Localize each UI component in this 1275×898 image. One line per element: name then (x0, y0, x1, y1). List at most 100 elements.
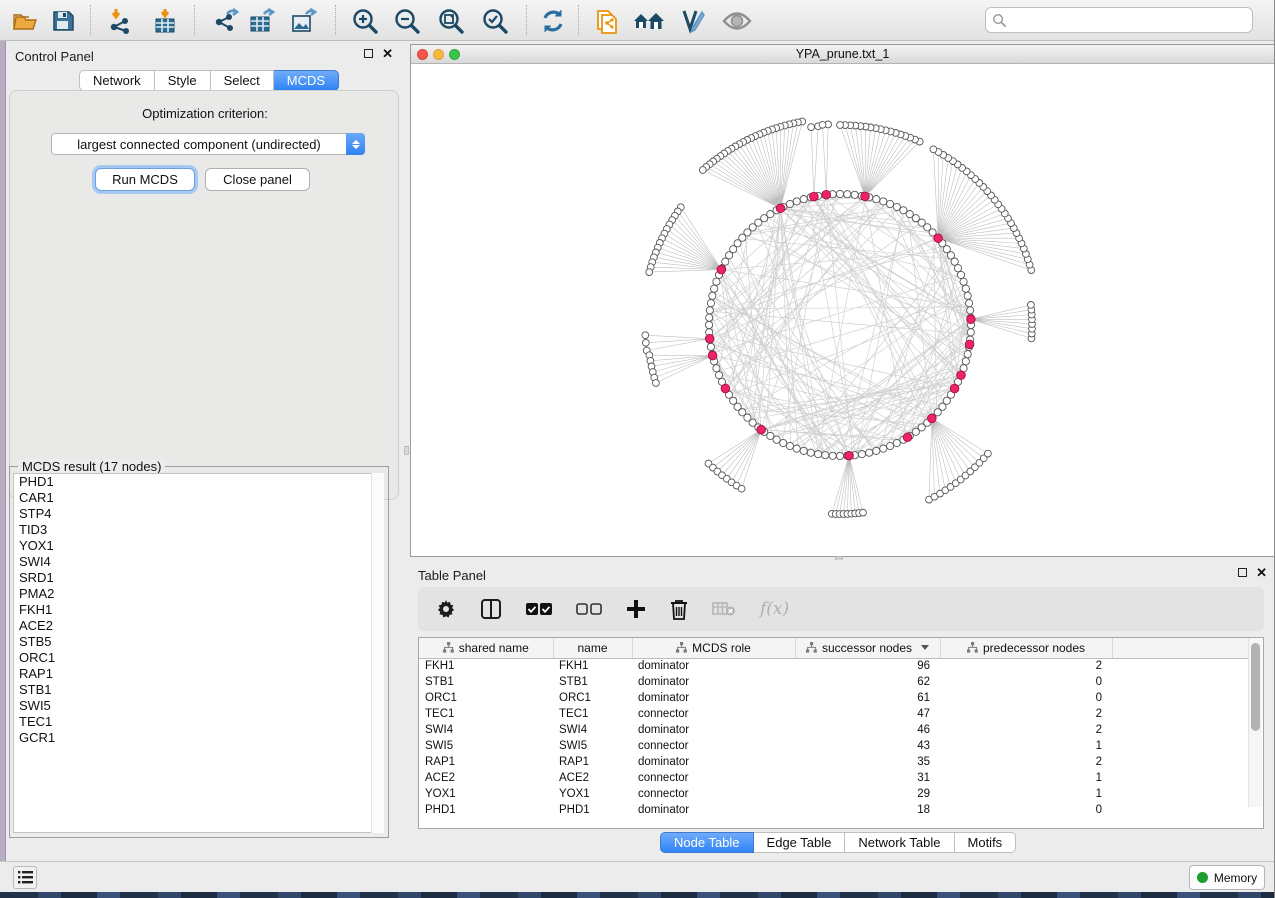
table-cell[interactable] (1112, 786, 1249, 802)
zoom-out-icon[interactable] (390, 4, 424, 37)
table-tab-edge-table[interactable]: Edge Table (754, 832, 846, 853)
table-cell[interactable]: 1 (940, 786, 1112, 802)
mcds-result-item[interactable]: STB1 (14, 682, 382, 698)
table-cell[interactable]: ACE2 (419, 770, 553, 786)
table-cell[interactable]: dominator (632, 658, 795, 674)
table-cell[interactable]: 0 (940, 690, 1112, 706)
table-cell[interactable]: 0 (940, 802, 1112, 818)
table-cell[interactable]: 35 (795, 754, 940, 770)
tab-style[interactable]: Style (155, 70, 211, 91)
float-panel-icon[interactable] (364, 49, 373, 58)
tab-select[interactable]: Select (211, 70, 274, 91)
table-cell[interactable]: 2 (940, 658, 1112, 674)
mcds-list-scrollbar[interactable] (371, 473, 384, 833)
table-cell[interactable]: dominator (632, 690, 795, 706)
table-row[interactable]: YOX1YOX1connector291 (419, 786, 1249, 802)
close-panel-button[interactable]: Close panel (205, 168, 310, 191)
table-row[interactable]: ORC1ORC1dominator610 (419, 690, 1249, 706)
mcds-result-item[interactable]: PMA2 (14, 586, 382, 602)
table-row[interactable]: FKH1FKH1dominator962 (419, 658, 1249, 674)
table-cell[interactable]: 47 (795, 706, 940, 722)
export-table-icon[interactable] (246, 4, 280, 37)
mcds-result-item[interactable]: SWI4 (14, 554, 382, 570)
criterion-dropdown[interactable]: largest connected component (undirected) (51, 133, 365, 155)
zoom-in-icon[interactable] (348, 4, 382, 37)
table-cell[interactable]: SWI4 (553, 722, 632, 738)
mcds-result-item[interactable]: PHD1 (14, 474, 382, 490)
table-cell[interactable]: connector (632, 706, 795, 722)
mcds-result-item[interactable]: SWI5 (14, 698, 382, 714)
table-tab-motifs[interactable]: Motifs (955, 832, 1017, 853)
mcds-result-list[interactable]: PHD1CAR1STP4TID3YOX1SWI4SRD1PMA2FKH1ACE2… (13, 473, 383, 833)
mcds-result-item[interactable]: STP4 (14, 506, 382, 522)
column-header-filler[interactable] (1112, 638, 1249, 658)
table-cell[interactable]: 29 (795, 786, 940, 802)
table-cell[interactable]: STB1 (419, 674, 553, 690)
table-cell[interactable]: 62 (795, 674, 940, 690)
column-header-name[interactable]: name (553, 638, 632, 658)
delete-column-icon[interactable] (670, 599, 688, 620)
table-cell[interactable]: 96 (795, 658, 940, 674)
table-row[interactable]: TEC1TEC1connector472 (419, 706, 1249, 722)
table-cell[interactable]: dominator (632, 802, 795, 818)
mcds-result-item[interactable]: SRD1 (14, 570, 382, 586)
table-cell[interactable]: TEC1 (419, 706, 553, 722)
mcds-result-item[interactable]: GCR1 (14, 730, 382, 746)
mcds-result-item[interactable]: ACE2 (14, 618, 382, 634)
table-cell[interactable]: ORC1 (553, 690, 632, 706)
table-row[interactable]: ACE2ACE2connector311 (419, 770, 1249, 786)
table-cell[interactable] (1112, 754, 1249, 770)
table-cell[interactable]: 1 (940, 770, 1112, 786)
table-tab-network-table[interactable]: Network Table (845, 832, 954, 853)
open-file-icon[interactable] (8, 4, 42, 37)
clone-network-icon[interactable] (590, 4, 624, 37)
table-cell[interactable]: RAP1 (419, 754, 553, 770)
table-cell[interactable] (1112, 658, 1249, 674)
table-cell[interactable]: 2 (940, 722, 1112, 738)
table-cell[interactable]: dominator (632, 674, 795, 690)
close-panel-icon[interactable]: ✕ (382, 49, 393, 58)
network-canvas[interactable] (411, 65, 1274, 556)
table-cell[interactable]: 2 (940, 706, 1112, 722)
table-scrollbar-thumb[interactable] (1251, 643, 1260, 731)
table-row[interactable]: STB1STB1dominator620 (419, 674, 1249, 690)
table-cell[interactable]: 1 (940, 738, 1112, 754)
table-cell[interactable] (1112, 690, 1249, 706)
memory-button[interactable]: Memory (1189, 865, 1265, 890)
table-row[interactable]: SWI4SWI4dominator462 (419, 722, 1249, 738)
add-column-icon[interactable] (626, 599, 646, 619)
panel-splitter[interactable] (403, 41, 410, 862)
apply-layout-icon[interactable] (536, 4, 570, 37)
splitter-handle-icon[interactable] (404, 446, 409, 455)
table-cell[interactable]: connector (632, 786, 795, 802)
column-header-successor-nodes[interactable]: successor nodes (795, 638, 940, 658)
search-input[interactable] (1007, 10, 1252, 30)
table-cell[interactable]: 18 (795, 802, 940, 818)
import-table-icon[interactable] (148, 4, 182, 37)
mcds-result-item[interactable]: YOX1 (14, 538, 382, 554)
column-header-mcds-role[interactable]: MCDS role (632, 638, 795, 658)
table-cell[interactable]: STB1 (553, 674, 632, 690)
table-cell[interactable]: YOX1 (419, 786, 553, 802)
table-cell[interactable]: 61 (795, 690, 940, 706)
export-image-icon[interactable] (288, 4, 322, 37)
close-panel-icon[interactable]: ✕ (1256, 568, 1267, 577)
table-cell[interactable]: 31 (795, 770, 940, 786)
network-graph[interactable] (411, 65, 1274, 556)
table-cell[interactable]: connector (632, 770, 795, 786)
table-cell[interactable]: 2 (940, 754, 1112, 770)
save-session-icon[interactable] (46, 4, 80, 37)
split-view-icon[interactable] (480, 598, 502, 620)
table-cell[interactable]: PHD1 (553, 802, 632, 818)
table-scrollbar[interactable] (1248, 639, 1262, 807)
mcds-result-item[interactable]: ORC1 (14, 650, 382, 666)
table-row[interactable]: PHD1PHD1dominator180 (419, 802, 1249, 818)
toggle-birdseye-icon[interactable] (720, 4, 754, 37)
tab-network[interactable]: Network (79, 70, 155, 91)
mcds-result-item[interactable]: TID3 (14, 522, 382, 538)
select-all-check-icon[interactable] (526, 602, 552, 616)
column-settings-icon[interactable] (436, 599, 456, 619)
table-cell[interactable]: SWI5 (553, 738, 632, 754)
table-cell[interactable]: FKH1 (553, 658, 632, 674)
network-titlebar[interactable]: YPA_prune.txt_1 (411, 45, 1274, 64)
